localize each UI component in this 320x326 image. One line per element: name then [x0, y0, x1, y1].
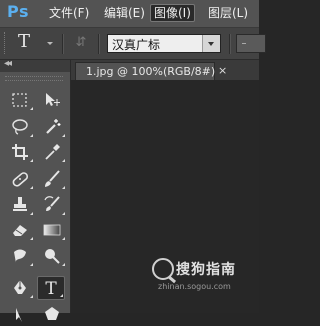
collapse-icon[interactable]: ◂◂ — [4, 58, 12, 69]
document-tab-title: 1.jpg @ 100%(RGB/8#) — [86, 65, 216, 78]
close-icon[interactable]: × — [218, 64, 227, 77]
lasso-icon — [12, 119, 28, 135]
eyedropper-tool[interactable] — [38, 140, 66, 164]
gradient-icon — [43, 224, 61, 236]
crop-icon — [12, 144, 28, 160]
tools-panel-grip[interactable] — [0, 72, 70, 84]
separator — [229, 34, 231, 54]
stamp-icon — [13, 197, 27, 211]
menu-edit[interactable]: 编辑(E) — [101, 4, 148, 22]
brush-icon — [45, 170, 60, 187]
eraser-icon — [13, 225, 27, 236]
menu-layer[interactable]: 图层(L) — [205, 4, 251, 22]
move-tool[interactable] — [38, 88, 66, 112]
history-brush-icon — [44, 196, 60, 211]
search-icon — [152, 258, 174, 280]
tools-panel-header: ◂◂ — [0, 58, 70, 72]
dodge-icon — [45, 249, 60, 264]
options-bar: T ⇵ 汉真广标 — [0, 28, 266, 60]
document-tab[interactable]: 1.jpg @ 100%(RGB/8#) × — [75, 62, 227, 80]
magic-wand-icon — [46, 119, 61, 134]
spot-healing-tool[interactable] — [6, 167, 34, 191]
shape-icon — [45, 307, 59, 320]
path-selection-icon — [16, 308, 22, 322]
separator — [98, 34, 100, 54]
chevron-down-icon[interactable] — [202, 35, 220, 52]
sogou-watermark: 搜狗指南 zhinan.sogou.com — [152, 258, 256, 296]
dodge-tool[interactable] — [38, 244, 66, 268]
chevron-down-icon[interactable] — [47, 42, 53, 45]
rectangular-marquee-icon — [12, 93, 27, 107]
path-selection-tool[interactable] — [6, 302, 34, 326]
lasso-tool[interactable] — [6, 115, 34, 139]
font-style-select[interactable] — [236, 34, 266, 53]
blur-icon — [14, 249, 26, 263]
text-orientation-toggle[interactable]: ⇵ — [72, 34, 90, 52]
watermark-name: 搜狗指南 — [176, 262, 236, 278]
magic-wand-tool[interactable] — [38, 115, 66, 139]
marquee-tool[interactable] — [6, 88, 34, 112]
menu-file[interactable]: 文件(F) — [46, 4, 92, 22]
bandage-icon — [12, 172, 29, 187]
photoshop-logo: Ps — [7, 2, 29, 21]
gradient-tool[interactable] — [38, 218, 66, 242]
pen-icon — [14, 280, 26, 294]
options-bar-grip[interactable] — [4, 32, 7, 54]
tool-preset-picker[interactable]: T — [18, 31, 30, 52]
history-brush-tool[interactable] — [38, 193, 66, 217]
clone-stamp-tool[interactable] — [6, 193, 34, 217]
type-icon: T — [45, 279, 57, 299]
watermark-url: zhinan.sogou.com — [158, 282, 231, 291]
font-family-select[interactable]: 汉真广标 — [107, 34, 221, 53]
blur-tool[interactable] — [6, 244, 34, 268]
eyedropper-icon — [45, 144, 60, 160]
move-icon — [46, 93, 60, 106]
type-tool[interactable]: T — [37, 276, 65, 300]
shape-tool[interactable] — [38, 302, 66, 326]
menu-image[interactable]: 图像(I) — [150, 4, 195, 22]
tools-panel: ◂◂ T — [0, 58, 71, 322]
document-tab-bar: 1.jpg @ 100%(RGB/8#) × — [71, 60, 259, 80]
pen-tool[interactable] — [6, 276, 34, 300]
font-family-value: 汉真广标 — [112, 38, 161, 52]
separator — [62, 34, 64, 54]
menu-bar: Ps 文件(F) 编辑(E) 图像(I) 图层(L) — [0, 0, 259, 28]
eraser-tool[interactable] — [6, 218, 34, 242]
brush-tool[interactable] — [38, 167, 66, 191]
crop-tool[interactable] — [6, 140, 34, 164]
